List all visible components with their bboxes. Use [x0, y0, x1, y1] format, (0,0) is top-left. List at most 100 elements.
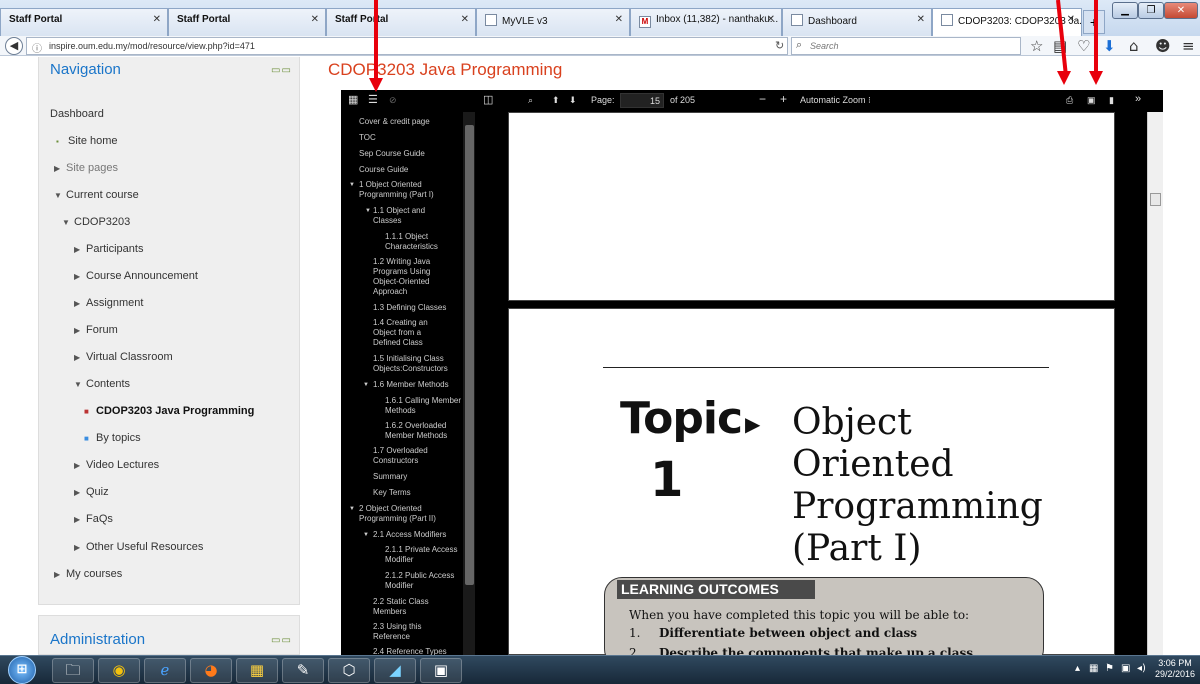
- firefox-icon[interactable]: ◕: [190, 658, 232, 683]
- outline-item[interactable]: ▼ 2 Object Oriented Programming (Part II): [349, 504, 467, 524]
- menu-icon[interactable]: ≡: [1182, 37, 1195, 55]
- tab-staff-portal-3[interactable]: Staff Portal ✕: [326, 8, 476, 36]
- sidebar-item-faqs[interactable]: ▶ FaQs: [74, 513, 113, 525]
- sidebar-item-course-announcement[interactable]: ▶ Course Announcement: [74, 270, 198, 282]
- outline-scroll-thumb[interactable]: [465, 125, 474, 585]
- outline-item[interactable]: 2.1.1 Private Access Modifier: [385, 545, 459, 565]
- app-icon[interactable]: ◢: [374, 658, 416, 683]
- pocket-icon[interactable]: ♡: [1077, 37, 1090, 55]
- sidebar-item-by-topics[interactable]: ■ By topics: [84, 432, 141, 444]
- outline-item[interactable]: ▼ 1.1 Object and Classes: [365, 206, 447, 226]
- zoom-select[interactable]: Automatic Zoom ⁝: [800, 95, 871, 106]
- tray-grid-icon[interactable]: ▦: [1089, 663, 1098, 674]
- close-icon[interactable]: ✕: [917, 14, 925, 25]
- back-button[interactable]: ◀: [5, 37, 23, 55]
- outline-item[interactable]: 1.7 Overloaded Constructors: [373, 446, 453, 466]
- tab-dashboard[interactable]: Dashboard ✕: [782, 8, 932, 36]
- network-icon[interactable]: ▣: [1121, 663, 1130, 674]
- close-icon[interactable]: ✕: [461, 14, 469, 25]
- outline-item[interactable]: 2.2 Static Class Members: [373, 597, 453, 617]
- sidebar-item-virtual-classroom[interactable]: ▶ Virtual Classroom: [74, 351, 173, 363]
- sidebar-item-site-pages[interactable]: ▶ Site pages: [54, 162, 118, 174]
- tab-myvle[interactable]: MyVLE v3 ✕: [476, 8, 630, 36]
- app-icon[interactable]: ▣: [420, 658, 462, 683]
- sidebar-item-java-programming[interactable]: ■ CDOP3203 Java Programming: [84, 405, 254, 417]
- attachments-icon[interactable]: ⊘: [389, 95, 397, 106]
- bookmark-icon[interactable]: ▮: [1109, 95, 1114, 106]
- outline-item[interactable]: 1.4 Creating an Object from a Defined Cl…: [373, 318, 445, 348]
- maximize-button[interactable]: ❐: [1138, 2, 1164, 19]
- outline-icon[interactable]: ☰: [368, 93, 378, 106]
- outline-item[interactable]: Sep Course Guide: [359, 149, 469, 159]
- outline-item[interactable]: ▼ 1 Object Oriented Programming (Part I): [349, 180, 459, 200]
- print-icon[interactable]: ⎙: [1066, 95, 1073, 106]
- download-icon[interactable]: ⬇: [1103, 37, 1116, 55]
- sidebar-item-other-resources[interactable]: ▶ Other Useful Resources: [74, 541, 203, 553]
- outline-item[interactable]: TOC: [359, 133, 469, 143]
- save-icon[interactable]: ▣: [1087, 95, 1096, 106]
- tab-staff-portal-1[interactable]: Staff Portal ✕: [0, 8, 168, 36]
- clock[interactable]: 3:06 PM 29/2/2016: [1155, 658, 1195, 680]
- site-info-icon[interactable]: ⓘ: [32, 40, 42, 55]
- sidebar-item-dashboard[interactable]: Dashboard: [50, 108, 104, 120]
- chat-icon[interactable]: ☻: [1155, 37, 1171, 55]
- find-icon[interactable]: ⌕: [528, 95, 533, 106]
- page-number-input[interactable]: 15: [620, 93, 664, 108]
- outline-item[interactable]: 1.5 Initialising Class Objects:Construct…: [373, 354, 469, 374]
- close-icon[interactable]: ✕: [767, 14, 775, 25]
- virtualbox-icon[interactable]: ⬡: [328, 658, 370, 683]
- sidebar-toggle-icon[interactable]: ◫: [483, 93, 493, 106]
- sidebar-item-participants[interactable]: ▶ Participants: [74, 243, 143, 255]
- pdf-scroll-thumb[interactable]: [1150, 193, 1161, 206]
- outline-item[interactable]: Summary: [373, 472, 463, 482]
- window-close-button[interactable]: ✕: [1164, 2, 1198, 19]
- outline-item[interactable]: 1.2 Writing Java Programs Using Object-O…: [373, 257, 449, 297]
- sidebar-item-quiz[interactable]: ▶ Quiz: [74, 486, 109, 498]
- outline-item[interactable]: Key Terms: [373, 488, 463, 498]
- outline-item[interactable]: 1.1.1 Object Characteristics: [385, 232, 451, 252]
- flag-icon[interactable]: ⚑: [1105, 663, 1114, 674]
- close-icon[interactable]: ✕: [153, 14, 161, 25]
- outline-item[interactable]: 1.3 Defining Classes: [373, 303, 463, 313]
- outline-item[interactable]: 1.6.2 Overloaded Member Methods: [385, 421, 467, 441]
- sidebar-item-cdop3203[interactable]: ▼ CDOP3203: [62, 216, 130, 228]
- outline-item[interactable]: ▼ 1.6 Member Methods: [363, 380, 473, 390]
- tools-icon[interactable]: »: [1135, 93, 1141, 105]
- tray-up-icon[interactable]: ▴: [1075, 663, 1080, 674]
- thumbnails-icon[interactable]: ▦: [348, 93, 358, 106]
- outline-item[interactable]: Cover & credit page: [359, 117, 469, 127]
- outline-item[interactable]: Course Guide: [359, 165, 469, 175]
- close-icon[interactable]: ✕: [1067, 14, 1075, 25]
- outline-item[interactable]: ▼ 2.1 Access Modifiers: [363, 530, 473, 540]
- home-icon[interactable]: ⌂: [1129, 37, 1139, 55]
- explorer-icon[interactable]: 🗀: [52, 658, 94, 683]
- previous-page-icon[interactable]: ⬆: [552, 95, 560, 106]
- search-input[interactable]: ⌕ Search: [791, 37, 1021, 55]
- internet-explorer-icon[interactable]: ℯ: [144, 658, 186, 683]
- outline-item[interactable]: 2.3 Using this Reference: [373, 622, 453, 642]
- minimize-button[interactable]: ▁: [1112, 2, 1138, 19]
- paint-icon[interactable]: ✎: [282, 658, 324, 683]
- volume-icon[interactable]: ◂): [1137, 663, 1146, 674]
- next-page-icon[interactable]: ⬇: [569, 95, 577, 106]
- outline-item[interactable]: 1.6.1 Calling Member Methods: [385, 396, 467, 416]
- tab-staff-portal-2[interactable]: Staff Portal ✕: [168, 8, 326, 36]
- zoom-out-icon[interactable]: −: [759, 92, 766, 106]
- tab-gmail[interactable]: M Inbox (11,382) - nanthaku... ✕: [630, 8, 782, 36]
- app-icon[interactable]: ▦: [236, 658, 278, 683]
- close-icon[interactable]: ✕: [311, 14, 319, 25]
- zoom-in-icon[interactable]: +: [780, 92, 787, 106]
- close-icon[interactable]: ✕: [615, 14, 623, 25]
- sidebar-item-assignment[interactable]: ▶ Assignment: [74, 297, 143, 309]
- sidebar-item-site-home[interactable]: ▪ Site home: [56, 135, 118, 147]
- outline-item[interactable]: 2.1.2 Public Access Modifier: [385, 571, 459, 591]
- chrome-icon[interactable]: ◉: [98, 658, 140, 683]
- start-button[interactable]: ⊞: [8, 656, 36, 684]
- sidebar-item-forum[interactable]: ▶ Forum: [74, 324, 118, 336]
- sidebar-item-current-course[interactable]: ▼ Current course: [54, 189, 139, 201]
- reload-icon[interactable]: ↻: [775, 39, 784, 52]
- url-bar[interactable]: ⓘ inspire.oum.edu.my/mod/resource/view.p…: [26, 37, 788, 55]
- bookmark-star-icon[interactable]: ☆: [1030, 37, 1043, 55]
- sidebar-item-video-lectures[interactable]: ▶ Video Lectures: [74, 459, 159, 471]
- block-toggle-icon[interactable]: ▭▭: [271, 65, 292, 76]
